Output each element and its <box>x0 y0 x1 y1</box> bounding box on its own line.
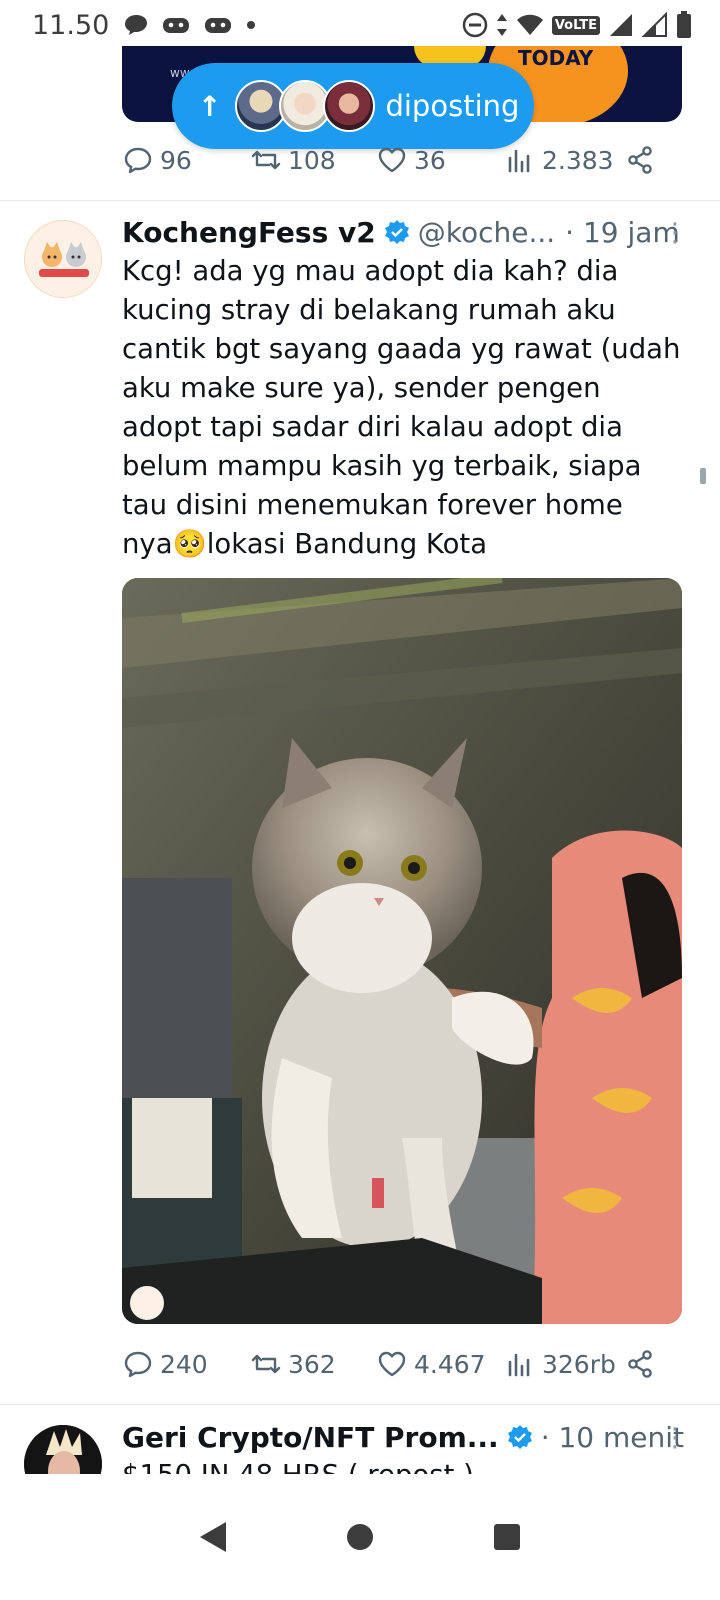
reply-count: 240 <box>160 1349 208 1379</box>
battery-icon <box>677 11 691 38</box>
like-button[interactable]: 36 <box>376 144 446 176</box>
reply-button[interactable]: 96 <box>122 144 192 176</box>
like-count: 36 <box>414 145 446 175</box>
repost-button[interactable]: 362 <box>250 1348 336 1380</box>
views-chart-icon <box>508 1353 530 1377</box>
heart-icon <box>378 1351 406 1377</box>
tweet-text: $150 IN 48 HRS ( repost ) <box>122 1459 474 1474</box>
divider <box>0 200 720 201</box>
recents-button[interactable] <box>477 1507 537 1567</box>
reply-icon <box>124 1351 152 1378</box>
scroll-indicator <box>700 468 706 484</box>
game-controller-icon <box>205 18 232 33</box>
more-options-icon[interactable]: ⋮ <box>662 218 688 248</box>
reply-icon <box>124 147 152 174</box>
data-arrows-icon <box>496 14 507 36</box>
next-tweet[interactable]: Geri Crypto/NFT Prom... · 10 menit ⋮ $15… <box>0 1405 720 1474</box>
share-button[interactable] <box>624 1348 656 1380</box>
repost-icon <box>251 1354 281 1374</box>
navigation-bar <box>0 1474 720 1600</box>
arrow-up-icon: ↑ <box>198 89 222 123</box>
back-button[interactable] <box>183 1507 243 1567</box>
wifi-icon <box>516 14 543 35</box>
dot-icon <box>247 21 256 29</box>
status-bar: 11.50 VoLTE <box>0 0 720 50</box>
more-options-icon[interactable]: ⋮ <box>662 1423 688 1453</box>
avatar-photo <box>24 1425 102 1474</box>
reply-count: 96 <box>160 145 192 175</box>
chat-bubble-icon <box>125 15 148 35</box>
author-name[interactable]: Geri Crypto/NFT Prom... <box>122 1421 499 1454</box>
tweet-actions: 240 362 4.467 326rb <box>122 1344 667 1384</box>
cat-photo <box>122 578 682 1324</box>
verified-badge-icon <box>507 1425 532 1449</box>
views-button[interactable]: 2.383 <box>504 144 614 176</box>
author-handle[interactable]: @koche... <box>418 216 555 249</box>
signal-icon <box>642 12 667 37</box>
repost-button[interactable]: 108 <box>250 144 336 176</box>
signal-icon <box>610 14 632 36</box>
verified-badge-icon <box>384 220 409 244</box>
author-name[interactable]: KochengFess v2 <box>122 216 376 249</box>
views-button[interactable]: 326rb <box>504 1348 616 1380</box>
do-not-disturb-icon <box>462 12 488 38</box>
tweet-photo[interactable] <box>122 578 682 1324</box>
kochengfess-logo <box>26 222 101 297</box>
like-button[interactable]: 4.467 <box>376 1348 486 1380</box>
share-icon <box>628 146 652 174</box>
share-button[interactable] <box>624 144 656 176</box>
prev-tweet-actions: 96 108 36 2.383 <box>122 140 667 180</box>
reply-button[interactable]: 240 <box>122 1348 208 1380</box>
tweet-header: Geri Crypto/NFT Prom... · 10 menit <box>122 1419 684 1455</box>
avatar[interactable] <box>24 1425 102 1474</box>
status-time: 11.50 <box>32 9 110 41</box>
volte-badge: VoLTE <box>551 15 600 35</box>
avatar[interactable] <box>24 220 102 298</box>
recents-square-icon <box>493 1524 520 1550</box>
views-count: 2.383 <box>542 145 614 175</box>
repost-icon <box>251 150 281 170</box>
share-icon <box>628 1350 652 1378</box>
watermark-logo <box>130 1286 164 1320</box>
repost-count: 108 <box>288 145 336 175</box>
views-count: 326rb <box>542 1349 616 1379</box>
back-triangle-icon <box>200 1522 227 1552</box>
tweet-text: Kcg! ada yg mau adopt dia kah? dia kucin… <box>122 255 681 560</box>
new-posts-pill[interactable]: ↑ diposting <box>172 63 534 149</box>
tweet-header: KochengFess v2 @koche... · 19 jam <box>122 214 680 250</box>
promo-text: TODAY <box>518 46 594 70</box>
views-chart-icon <box>508 149 530 173</box>
like-count: 4.467 <box>414 1349 486 1379</box>
avatar <box>323 80 376 132</box>
game-controller-icon <box>163 18 190 33</box>
repost-count: 362 <box>288 1349 336 1379</box>
home-button[interactable] <box>330 1507 390 1567</box>
new-posts-label: diposting <box>385 89 520 123</box>
heart-icon <box>378 147 406 173</box>
home-circle-icon <box>346 1524 373 1550</box>
